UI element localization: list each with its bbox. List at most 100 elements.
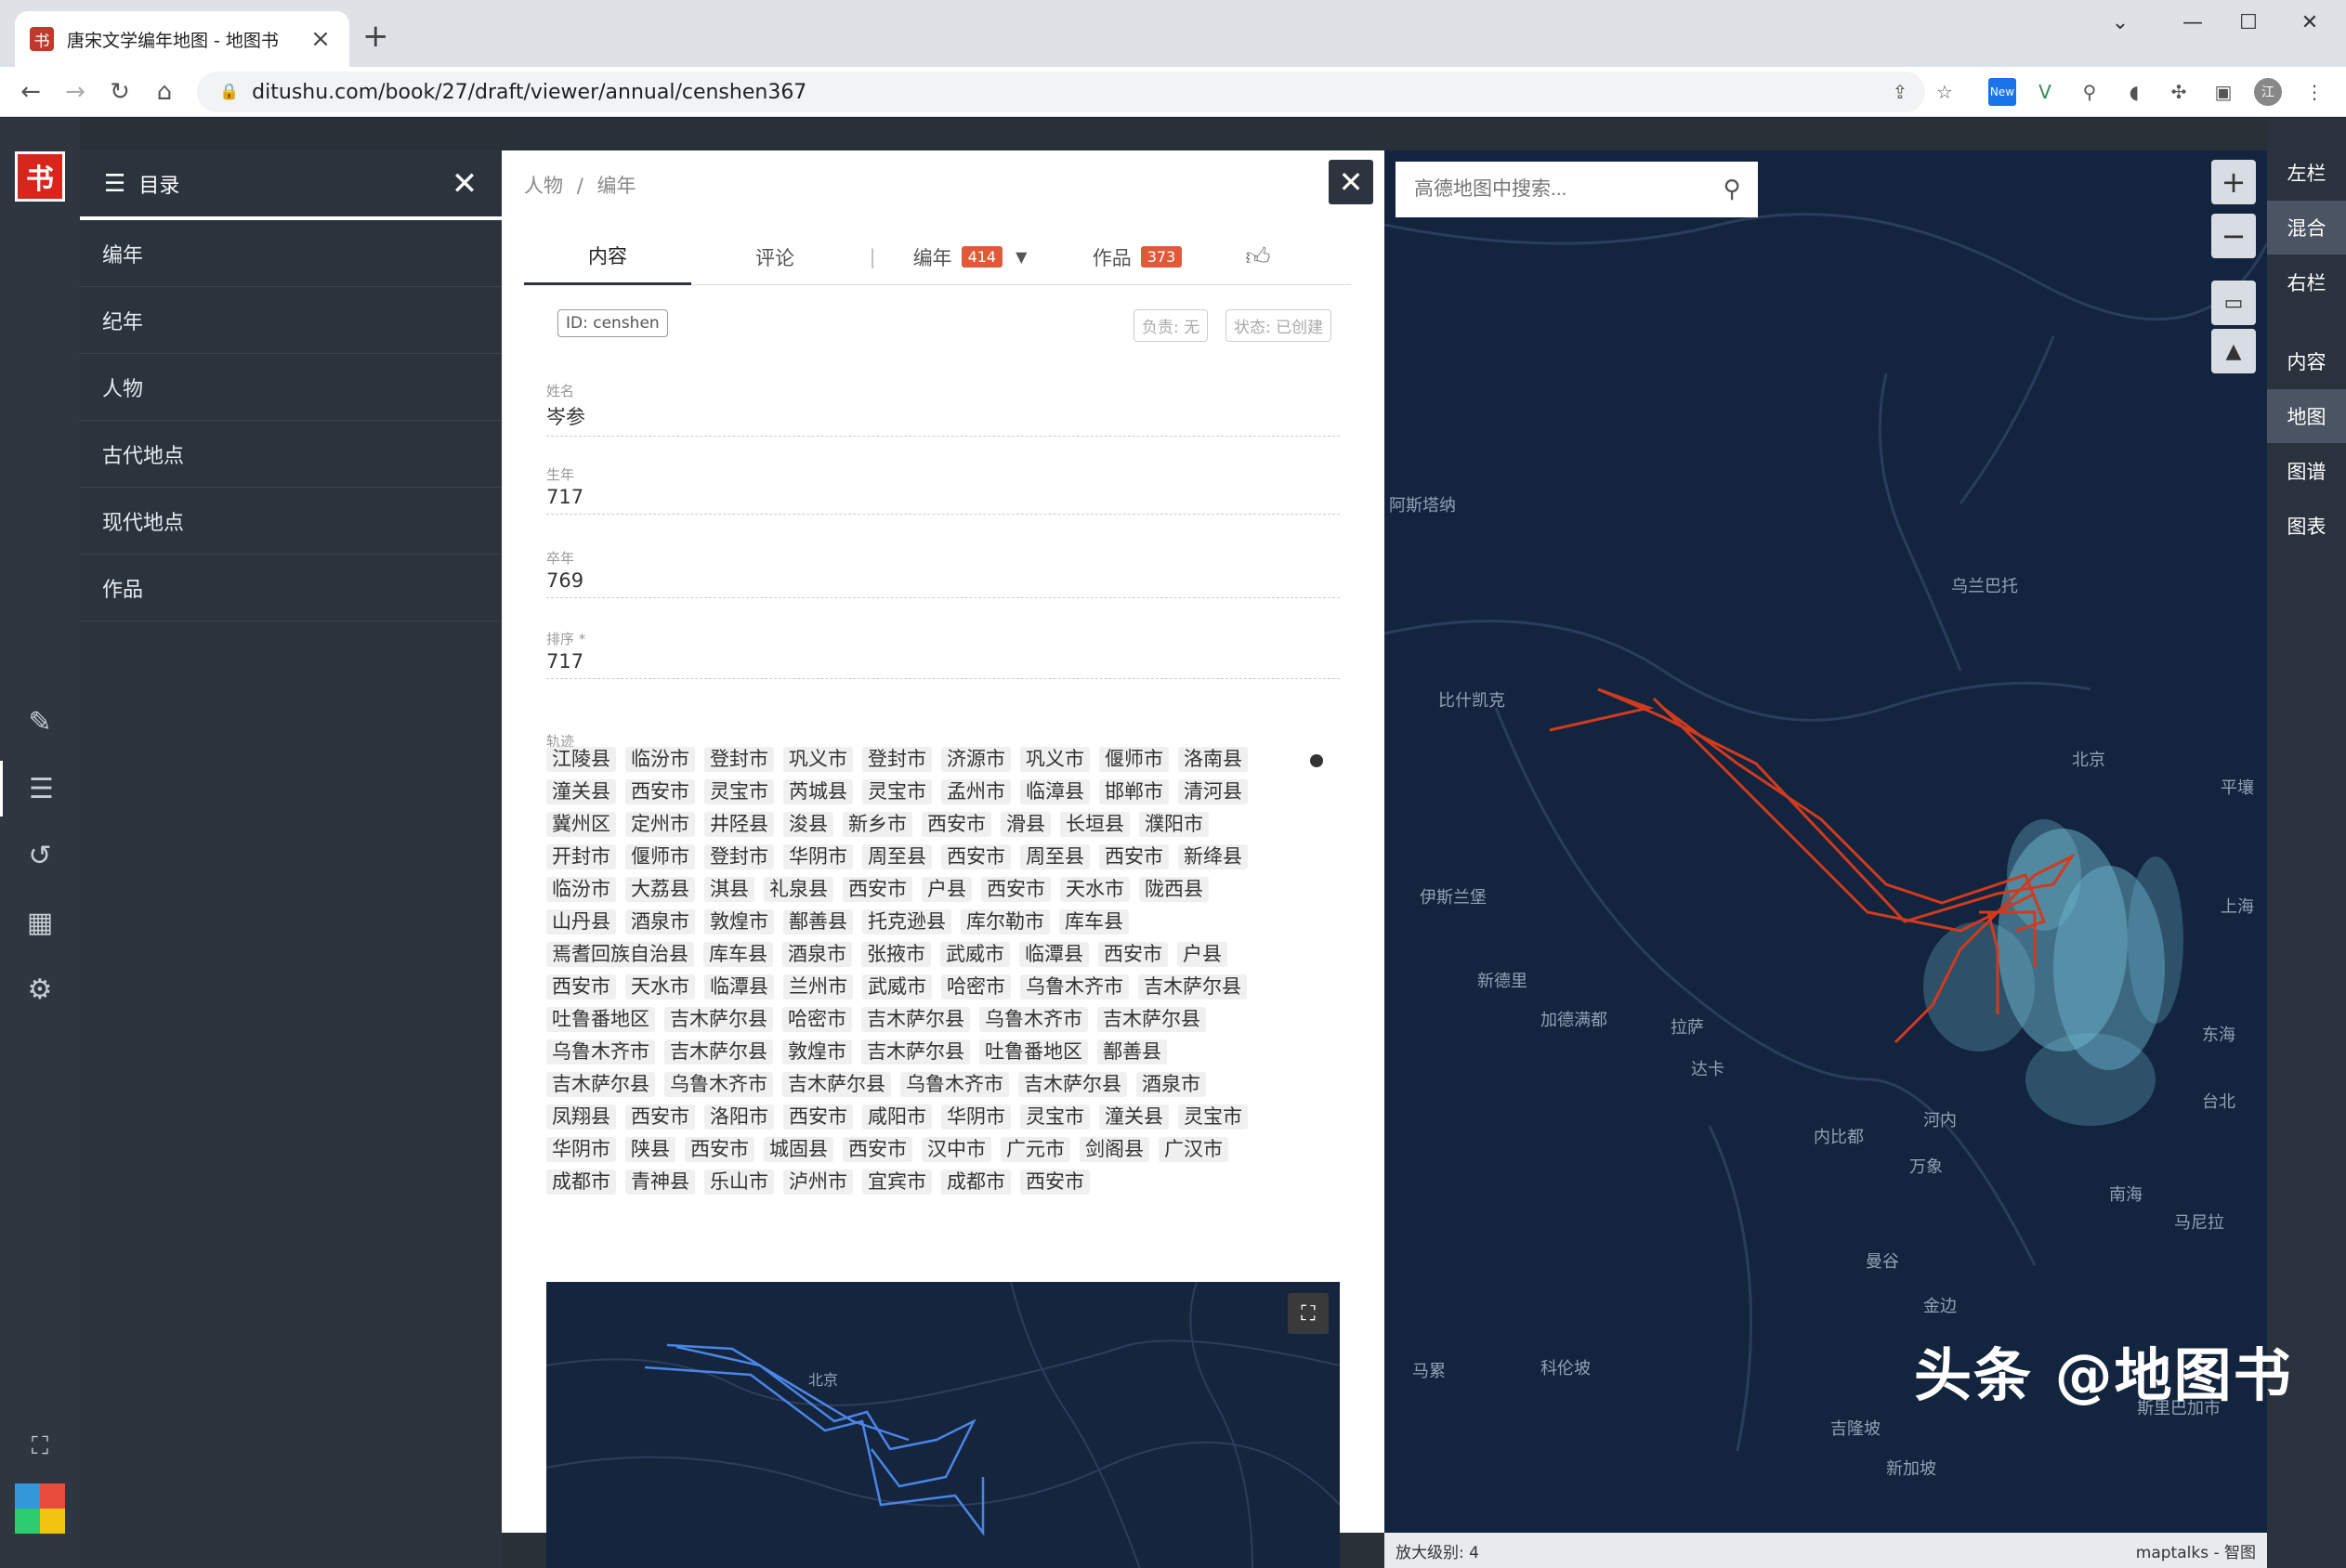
new-tab-button[interactable]: + [362, 20, 389, 52]
trail-place-tag[interactable]: 吉木萨尔县 [1097, 1007, 1206, 1032]
trail-place-tag[interactable]: 吉木萨尔县 [1138, 974, 1247, 1000]
trail-place-tag[interactable]: 洛阳市 [704, 1104, 774, 1130]
extensions-puzzle-icon[interactable]: ✣ [2165, 78, 2193, 106]
trail-place-tag[interactable]: 乌鲁木齐市 [1020, 974, 1129, 1000]
ruler-icon[interactable]: ▭ [2211, 281, 2256, 325]
trail-place-tag[interactable]: 华阴市 [783, 844, 853, 869]
trail-place-tag[interactable]: 偃师市 [1099, 747, 1169, 772]
trail-handle[interactable] [1310, 754, 1323, 767]
trail-place-tag[interactable]: 乌鲁木齐市 [546, 1039, 655, 1065]
trail-place-tag[interactable]: 剑阁县 [1080, 1137, 1149, 1162]
trail-place-tag[interactable]: 西安市 [685, 1137, 754, 1162]
trail-place-tag[interactable]: 临漳县 [1020, 779, 1090, 804]
trail-place-tag[interactable]: 孟州市 [941, 779, 1011, 804]
trail-place-tag[interactable]: 托克逊县 [862, 909, 951, 934]
extension-shield-icon[interactable]: ◖ [2120, 78, 2148, 106]
grid-apps-icon[interactable]: ▦ [0, 895, 80, 950]
trail-place-tag[interactable]: 西安市 [625, 779, 695, 804]
trail-place-tag[interactable]: 吉木萨尔县 [782, 1072, 891, 1097]
trail-place-tag[interactable]: 哈密市 [941, 974, 1011, 1000]
trail-place-tag[interactable]: 吉木萨尔县 [861, 1007, 970, 1032]
settings-gear-icon[interactable]: ⚙ [0, 961, 80, 1017]
trail-place-tag[interactable]: 新绛县 [1178, 844, 1248, 869]
trail-place-tag[interactable]: 临潭县 [1019, 942, 1089, 967]
trail-place-tag[interactable]: 礼泉县 [764, 877, 833, 902]
trail-place-tag[interactable]: 天水市 [1060, 877, 1130, 902]
trail-place-tag[interactable]: 泸州市 [783, 1169, 853, 1195]
trail-place-tag[interactable]: 西安市 [546, 974, 616, 1000]
history-icon[interactable]: ↺ [0, 828, 80, 883]
trail-place-tag[interactable]: 户县 [1177, 942, 1227, 967]
view-content-button[interactable]: 内容 [2267, 334, 2346, 388]
trail-place-tag[interactable]: 定州市 [625, 812, 695, 837]
trail-place-tag[interactable]: 吉木萨尔县 [1018, 1072, 1127, 1097]
edit-pencil-icon[interactable]: ✎ [0, 694, 80, 750]
map-view[interactable]: ⚲ + − ▭ ▲ 阿斯塔纳 乌兰巴托 比什凯克 北京 平壤 伊斯兰堡 新德里 … [1384, 150, 2267, 1533]
trail-place-tag[interactable]: 西安市 [1099, 844, 1169, 869]
toc-item-modern-places[interactable]: 现代地点 [80, 488, 502, 555]
trail-place-tag[interactable]: 青神县 [625, 1169, 695, 1195]
toc-item-ancient-places[interactable]: 古代地点 [80, 421, 502, 488]
sidepanel-icon[interactable]: ▣ [2209, 78, 2237, 106]
trail-place-tag[interactable]: 西安市 [941, 844, 1011, 869]
trail-place-tag[interactable]: 山丹县 [546, 909, 616, 934]
trail-place-tag[interactable]: 焉耆回族自治县 [546, 942, 694, 967]
trail-place-tag[interactable]: 长垣县 [1060, 812, 1130, 837]
trail-place-tag[interactable]: 吉木萨尔县 [664, 1039, 773, 1065]
trail-place-tag[interactable]: 周至县 [862, 844, 932, 869]
trail-place-tag[interactable]: 巩义市 [1020, 747, 1090, 772]
view-graph-button[interactable]: 图谱 [2267, 444, 2346, 498]
extension-new-icon[interactable]: New [1988, 78, 2016, 106]
field-sort-order[interactable]: 排序 * 717 [546, 629, 1340, 679]
trail-place-tag[interactable]: 灵宝市 [1178, 1104, 1248, 1130]
trail-place-tag[interactable]: 酒泉市 [1136, 1072, 1206, 1097]
trail-place-tag[interactable]: 开封市 [546, 844, 616, 869]
profile-avatar[interactable]: 江 [2254, 78, 2282, 106]
trail-place-tag[interactable]: 吐鲁番地区 [979, 1039, 1088, 1065]
trail-place-tag[interactable]: 宜宾市 [862, 1169, 932, 1195]
reload-icon[interactable]: ↻ [104, 76, 136, 108]
view-chart-button[interactable]: 图表 [2267, 499, 2346, 553]
trail-place-tag[interactable]: 张掖市 [861, 942, 931, 967]
trail-place-tag[interactable]: 西安市 [922, 812, 991, 837]
map-attribution[interactable]: maptalks - 智图 [2136, 1539, 2256, 1562]
trail-place-tag[interactable]: 汉中市 [922, 1137, 991, 1162]
like-thumb-icon[interactable]: 👍︎ [1221, 229, 1295, 285]
field-name[interactable]: 姓名 岑参 [546, 381, 1340, 437]
trail-place-tag[interactable]: 乌鲁木齐市 [979, 1007, 1088, 1032]
tab-content[interactable]: 内容 [524, 229, 691, 285]
view-map-button[interactable]: 地图 [2267, 389, 2346, 443]
trail-place-tag[interactable]: 敦煌市 [782, 1039, 852, 1065]
trail-place-tag[interactable]: 乌鲁木齐市 [900, 1072, 1009, 1097]
map-search-input[interactable] [1414, 178, 1706, 201]
trail-place-tag[interactable]: 灵宝市 [704, 779, 774, 804]
trail-place-tag[interactable]: 西安市 [783, 1104, 853, 1130]
share-icon[interactable]: ⇪ [1886, 78, 1914, 106]
trail-place-tag[interactable]: 吉木萨尔县 [664, 1007, 773, 1032]
trail-place-tag[interactable]: 洛南县 [1178, 747, 1248, 772]
caret-down-icon[interactable]: ▼ [1016, 248, 1027, 266]
trail-place-tag[interactable]: 登封市 [704, 747, 774, 772]
tab-comments[interactable]: 评论 [691, 229, 858, 285]
breadcrumb-annals[interactable]: 编年 [596, 175, 636, 197]
trail-place-tag[interactable]: 天水市 [625, 974, 695, 1000]
trail-place-tag[interactable]: 武威市 [862, 974, 932, 1000]
tab-works[interactable]: 作品 373 [1054, 229, 1221, 285]
minimap-fullscreen-icon[interactable]: ⛶ [1288, 1293, 1329, 1334]
zoom-out-button[interactable]: − [2211, 214, 2256, 258]
toc-item-people[interactable]: 人物 [80, 354, 502, 421]
trail-place-tag[interactable]: 潼关县 [546, 779, 616, 804]
trail-place-tag[interactable]: 吉木萨尔县 [546, 1072, 655, 1097]
tab-annals[interactable]: 编年 414 ▼ [886, 229, 1054, 285]
trail-place-tag[interactable]: 乌鲁木齐市 [664, 1072, 773, 1097]
trail-place-tag[interactable]: 酒泉市 [782, 942, 852, 967]
minimize-button[interactable]: — [2174, 11, 2211, 34]
trail-place-tag[interactable]: 滑县 [1001, 812, 1051, 837]
trail-place-tag[interactable]: 库车县 [703, 942, 773, 967]
trail-place-tag[interactable]: 临潭县 [704, 974, 774, 1000]
trail-place-tag[interactable]: 临汾市 [546, 877, 616, 902]
browser-tab[interactable]: 书 唐宋文学编年地图 - 地图书 × [15, 11, 349, 67]
trail-place-tag[interactable]: 城固县 [764, 1137, 833, 1162]
trail-place-tag[interactable]: 西安市 [981, 877, 1051, 902]
menu-list-icon[interactable]: ☰ [0, 761, 80, 817]
